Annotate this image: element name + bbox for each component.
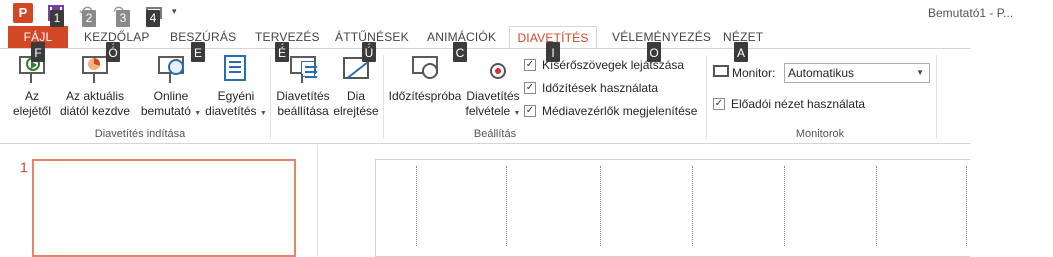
slide-thumbnail-pane: 1	[0, 145, 318, 257]
slide-edit-area	[319, 145, 1053, 257]
monitor-select[interactable]: Automatikus ▼	[784, 63, 930, 83]
keytip-online: E	[191, 45, 205, 62]
placeholder-border	[876, 166, 877, 246]
group-divider	[383, 55, 384, 139]
placeholder-border	[784, 166, 785, 246]
setup-label-1: Diavetítés	[276, 89, 330, 103]
group-divider	[270, 55, 271, 139]
globe-icon	[155, 53, 187, 85]
chevron-down-icon: ▼	[194, 110, 202, 117]
placeholder-border	[506, 166, 507, 246]
presenter-view-label: Előadói nézet használata	[731, 97, 866, 111]
keytip-from-beginning: F	[31, 45, 45, 62]
setup-slideshow-icon	[287, 53, 319, 85]
from-current-label-1: Az aktuális	[65, 89, 125, 103]
tab-review[interactable]: VÉLEMÉNYEZÉS	[612, 26, 711, 48]
placeholder-border	[416, 166, 417, 246]
keytip-record: I	[546, 45, 560, 62]
checkbox-checked-icon: ✓	[524, 105, 536, 117]
group-label-setup: Beállítás	[473, 128, 517, 140]
group-label-start: Diavetítés indítása	[94, 128, 186, 140]
chevron-down-icon: ▼	[916, 68, 924, 77]
group-label-monitors: Monitorok	[795, 128, 845, 140]
setup-label-2: beállítása	[277, 104, 329, 118]
show-media-controls-label: Médiavezérlők megjelenítése	[542, 104, 698, 118]
group-divider	[936, 55, 937, 139]
group-divider	[706, 55, 707, 139]
rehearse-label: Időzítéspróba	[388, 89, 462, 103]
from-current-label-2: diától kezdve	[60, 104, 131, 118]
keytip-narrations: O	[647, 45, 661, 62]
custom-label-1: Egyéni	[217, 89, 255, 103]
checkbox-checked-icon: ✓	[713, 98, 725, 110]
keytip-setup: É	[275, 45, 289, 62]
powerpoint-logo-icon[interactable]: P	[13, 3, 33, 23]
hide-slide-button[interactable]: Dia elrejtése	[332, 53, 380, 119]
presenter-view-checkbox[interactable]: ✓ Előadói nézet használata	[713, 97, 865, 111]
ribbon-tabs: FÁJL KEZDŐLAP BESZÚRÁS TERVEZÉS ÁTTŰNÉSE…	[0, 26, 1053, 49]
checkbox-checked-icon: ✓	[524, 59, 536, 71]
keytip-redo: 3	[116, 10, 130, 27]
online-presentation-button[interactable]: Online bemutató ▼	[140, 53, 202, 121]
window-edge	[970, 48, 1053, 257]
customize-qat-button[interactable]: ▾	[172, 6, 182, 22]
from-current-button[interactable]: Az aktuális diától kezdve	[60, 53, 130, 119]
monitor-select-value: Automatikus	[788, 66, 855, 80]
custom-label-2: diavetítés	[205, 104, 257, 118]
record-icon	[477, 53, 509, 85]
keytip-save: 1	[50, 10, 64, 27]
slide-number: 1	[20, 159, 28, 175]
use-timings-checkbox[interactable]: ✓ Időzítések használata	[524, 81, 658, 95]
record-slideshow-button[interactable]: Diavetítés felvétele ▼	[463, 53, 523, 121]
slide-canvas[interactable]	[375, 159, 989, 257]
custom-slideshow-button[interactable]: Egyéni diavetítés ▼	[204, 53, 268, 121]
keytip-start: 4	[146, 10, 160, 27]
window-title: Bemutató1 - P...	[928, 6, 1014, 20]
keytip-undo: 2	[82, 10, 96, 27]
from-beginning-label-1: Az	[24, 89, 39, 103]
rehearse-timings-button[interactable]: Időzítéspróba	[387, 53, 463, 104]
keytip-hide: Ú	[362, 45, 376, 62]
from-beginning-button[interactable]: Az elejétől	[10, 53, 54, 119]
online-label-1: Online	[153, 89, 189, 103]
monitor-label: Monitor:	[732, 66, 776, 80]
online-label-2: bemutató	[140, 104, 191, 118]
custom-slideshow-icon	[220, 53, 252, 85]
hide-label-2: elrejtése	[333, 104, 379, 118]
keytip-from-current: Ó	[106, 45, 120, 62]
chevron-down-icon: ▼	[513, 110, 521, 117]
chevron-down-icon: ▼	[259, 110, 267, 117]
placeholder-border	[966, 166, 967, 246]
stopwatch-icon	[409, 53, 441, 85]
play-narrations-label: Kísérőszövegek lejátszása	[542, 58, 685, 72]
use-timings-label: Időzítések használata	[542, 81, 659, 95]
keytip-rehearse: C	[453, 45, 467, 62]
ribbon-panel: Az elejétől Az aktuális diától kezdve On…	[0, 48, 970, 144]
setup-slideshow-button[interactable]: Diavetítés beállítása	[274, 53, 332, 119]
monitor-icon	[713, 65, 729, 77]
keytip-monitor: A	[734, 45, 748, 62]
slide-thumbnail[interactable]	[32, 159, 296, 257]
record-label-2: felvétele	[465, 104, 511, 118]
record-label-1: Diavetítés	[466, 89, 520, 103]
placeholder-border	[692, 166, 693, 246]
from-beginning-label-2: elejétől	[12, 104, 52, 118]
placeholder-border	[600, 166, 601, 246]
hide-label-1: Dia	[346, 89, 365, 103]
checkbox-checked-icon: ✓	[524, 82, 536, 94]
show-media-controls-checkbox[interactable]: ✓ Médiavezérlők megjelenítése	[524, 104, 697, 118]
